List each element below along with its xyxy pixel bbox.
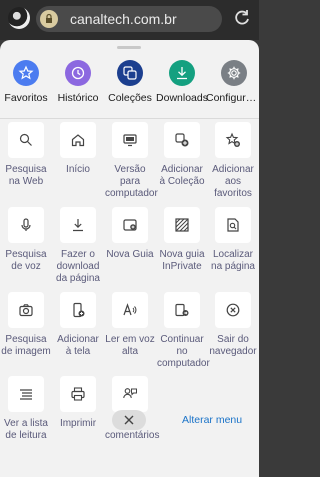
add-favorite-icon [215, 122, 251, 158]
desktop-icon [112, 122, 148, 158]
reading-list-icon [8, 376, 44, 412]
add-to-favorites-tile[interactable]: Adicionar aos favoritos [208, 122, 258, 200]
favorites-button[interactable]: Favoritos [0, 56, 52, 112]
tile-label: Adicionar à Coleção [159, 164, 205, 187]
profile-avatar[interactable] [8, 7, 30, 29]
tile-label: Adicionar aos favoritos [212, 164, 254, 199]
exit-browser-tile[interactable]: Sair do navegador [208, 292, 258, 358]
tile-label: Nova guia InPrivate [159, 249, 205, 272]
image-search-tile[interactable]: Pesquisa de imagem [1, 292, 51, 358]
tile-label: Início [66, 164, 90, 175]
find-in-page-icon [215, 207, 251, 243]
tile-label: Pesquisa de imagem [1, 334, 51, 357]
tile-label: Adicionar à tela [57, 334, 99, 357]
download-icon [169, 60, 195, 86]
tile-label: Fazer o download da página [56, 249, 100, 284]
add-collection-icon [164, 122, 200, 158]
edit-menu-link[interactable]: Alterar menu [182, 414, 242, 426]
add-to-collection-tile[interactable]: Adicionar à Coleção [157, 122, 207, 188]
read-aloud-icon [112, 292, 148, 328]
settings-label: Configurações [206, 92, 262, 104]
continue-on-pc-icon [164, 292, 200, 328]
browser-toolbar: canaltech.com.br [0, 0, 259, 40]
reload-icon[interactable] [232, 8, 252, 28]
download-page-icon [60, 207, 96, 243]
download-page-tile[interactable]: Fazer o download da página [53, 207, 103, 285]
history-icon [65, 60, 91, 86]
voice-search-tile[interactable]: Pesquisa de voz [1, 207, 51, 273]
downloads-button[interactable]: Downloads [156, 56, 208, 112]
tile-label: Pesquisa de voz [5, 249, 47, 272]
tile-label: Nova Guia [106, 249, 154, 260]
divider [0, 118, 259, 119]
add-to-screen-icon [60, 292, 96, 328]
feedback-icon [112, 376, 148, 412]
collections-button[interactable]: Coleções [104, 56, 156, 112]
tile-label: Versão para computador [105, 164, 158, 199]
new-inprivate-tab-tile[interactable]: Nova guia InPrivate [157, 207, 207, 273]
tile-label: Ler em voz alta [105, 334, 155, 357]
tile-label: Localizar na página [211, 249, 255, 272]
gear-icon [221, 60, 247, 86]
tile-label: Imprimir [59, 418, 97, 429]
close-icon [124, 415, 134, 425]
microphone-icon [8, 207, 44, 243]
read-aloud-tile[interactable]: Ler em voz alta [105, 292, 155, 358]
drag-handle[interactable] [117, 46, 141, 49]
tile-label: Pesquisa na Web [5, 164, 47, 187]
history-button[interactable]: Histórico [52, 56, 104, 112]
collections-icon [117, 60, 143, 86]
find-in-page-tile[interactable]: Localizar na página [208, 207, 258, 273]
send-feedback-tile[interactable]: Enviar comentários [105, 376, 159, 442]
url-text[interactable]: canaltech.com.br [70, 10, 177, 28]
inprivate-icon [164, 207, 200, 243]
print-tile[interactable]: Imprimir [53, 376, 103, 430]
camera-icon [8, 292, 44, 328]
add-to-screen-tile[interactable]: Adicionar à tela [53, 292, 103, 358]
menu-top-row: Favoritos Histórico Coleções Downloads C… [0, 56, 262, 112]
web-search-tile[interactable]: Pesquisa na Web [1, 122, 51, 188]
site-info-icon[interactable] [40, 10, 58, 28]
home-icon [60, 122, 96, 158]
new-tab-icon [112, 207, 148, 243]
tile-label: Continuar no computador [157, 334, 210, 369]
settings-button[interactable]: Configurações [206, 56, 262, 112]
printer-icon [60, 376, 96, 412]
favorites-label: Favoritos [4, 92, 48, 104]
home-tile[interactable]: Início [53, 122, 103, 176]
close-menu-button[interactable] [112, 410, 146, 430]
star-icon [13, 60, 39, 86]
tile-label: Sair do navegador [209, 334, 257, 357]
downloads-label: Downloads [156, 92, 208, 104]
continue-on-pc-tile[interactable]: Continuar no computador [157, 292, 210, 370]
search-icon [8, 122, 44, 158]
exit-icon [215, 292, 251, 328]
tile-label: Ver a lista de leitura [4, 418, 48, 441]
reading-list-tile[interactable]: Ver a lista de leitura [1, 376, 51, 442]
new-tab-tile[interactable]: Nova Guia [105, 207, 155, 261]
desktop-version-tile[interactable]: Versão para computador [105, 122, 158, 200]
history-label: Histórico [57, 92, 99, 104]
collections-label: Coleções [108, 92, 152, 104]
